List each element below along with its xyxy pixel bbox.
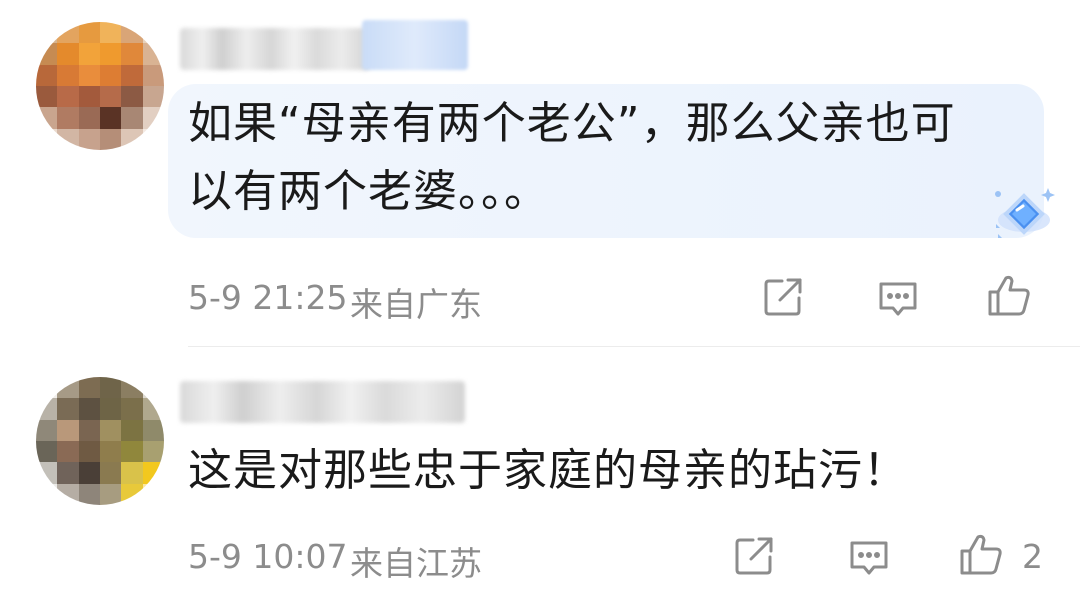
comment-text: 这是对那些忠于家庭的母亲的玷污！ — [188, 445, 908, 496]
username-blurred[interactable] — [180, 28, 370, 70]
share-button[interactable] — [731, 533, 777, 579]
comment-icon — [850, 541, 888, 575]
user-tag-blurred — [362, 20, 468, 70]
share-button[interactable] — [760, 274, 806, 320]
comment-item: 这是对那些忠于家庭的母亲的玷污！ 5-9 10:07 来自江苏 2 — [0, 347, 1080, 607]
comment-text: 如果“母亲有两个老公”，那么父亲也可以有两个老婆。。。 — [188, 98, 956, 217]
share-icon — [735, 537, 773, 575]
like-count: 2 — [1022, 537, 1043, 576]
share-icon — [764, 278, 802, 316]
comment-time: 5-9 10:07 — [188, 537, 348, 576]
comment-button[interactable] — [846, 535, 892, 581]
like-button[interactable] — [958, 531, 1004, 577]
like-icon — [960, 534, 1002, 575]
comment-button[interactable] — [875, 276, 921, 322]
username-blurred[interactable] — [180, 381, 465, 423]
avatar[interactable] — [36, 377, 164, 505]
comment-location: 来自广东 — [350, 285, 482, 324]
avatar[interactable] — [36, 22, 164, 150]
comment-location: 来自江苏 — [350, 544, 482, 583]
comment-icon — [879, 282, 917, 316]
like-button[interactable] — [986, 272, 1032, 318]
diamond-badge-icon — [995, 188, 1055, 238]
comment-time: 5-9 21:25 — [188, 278, 348, 317]
comment-item: 如果“母亲有两个老公”，那么父亲也可以有两个老婆。。。 5-9 21:25 来自… — [0, 0, 1080, 345]
like-icon — [988, 275, 1030, 316]
